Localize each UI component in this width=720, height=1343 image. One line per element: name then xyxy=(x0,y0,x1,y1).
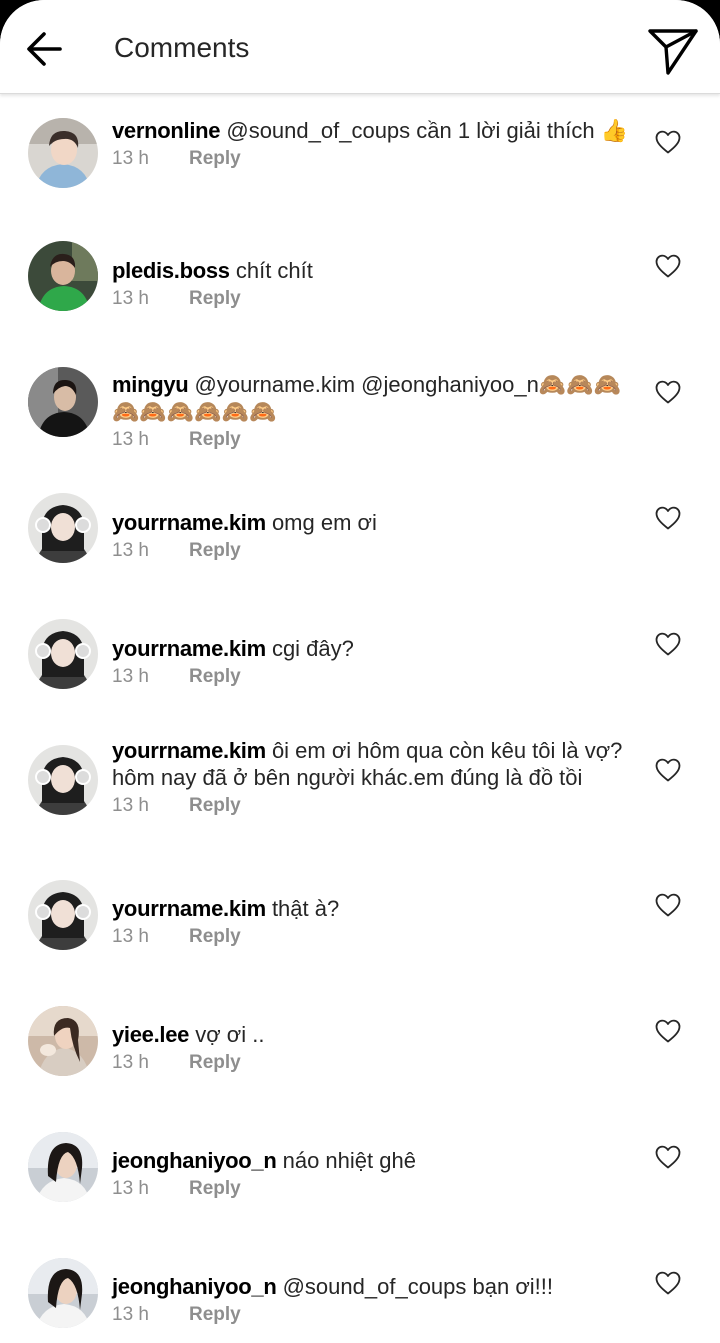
heart-outline-icon xyxy=(655,1019,681,1043)
comment-username[interactable]: yourrname.kim xyxy=(112,896,266,921)
heart-outline-icon xyxy=(655,254,681,278)
comment-text: vợ ơi .. xyxy=(189,1022,265,1047)
reply-button[interactable]: Reply xyxy=(189,288,241,309)
avatar[interactable] xyxy=(28,367,98,437)
comment-username[interactable]: yiee.lee xyxy=(112,1022,189,1047)
avatar-image xyxy=(28,367,98,437)
comment-text: chít chít xyxy=(229,258,313,283)
like-button[interactable] xyxy=(654,1270,682,1296)
avatar-image xyxy=(28,1132,98,1202)
comment-username[interactable]: yourrname.kim xyxy=(112,636,266,661)
avatar[interactable] xyxy=(28,241,98,311)
comment-text: omg em ơi xyxy=(265,510,377,535)
like-button[interactable] xyxy=(654,379,682,405)
comment-username[interactable]: mingyu xyxy=(112,372,189,397)
avatar[interactable] xyxy=(28,880,98,950)
comment-username[interactable]: yourrname.kim xyxy=(112,738,266,763)
back-button[interactable] xyxy=(24,28,66,70)
heart-outline-icon xyxy=(655,1145,681,1169)
reply-button[interactable]: Reply xyxy=(189,926,241,947)
like-button[interactable] xyxy=(654,757,682,783)
heart-outline-icon xyxy=(655,893,681,917)
comment-time: 13 h xyxy=(112,429,149,450)
avatar-image xyxy=(28,745,98,815)
comments-screen: Comments vernonline @sound_of_coups cần … xyxy=(0,0,720,1343)
comment-text: náo nhiệt ghê xyxy=(276,1148,416,1173)
avatar[interactable] xyxy=(28,118,98,188)
heart-outline-icon xyxy=(655,506,681,530)
reply-button[interactable]: Reply xyxy=(189,1178,241,1199)
like-button[interactable] xyxy=(654,1018,682,1044)
comment-time: 13 h xyxy=(112,666,149,687)
paper-plane-icon xyxy=(648,29,698,75)
avatar[interactable] xyxy=(28,1132,98,1202)
comment-time: 13 h xyxy=(112,540,149,561)
reply-button[interactable]: Reply xyxy=(189,540,241,561)
header-bar: Comments xyxy=(0,0,720,94)
avatar[interactable] xyxy=(28,619,98,689)
comment-time: 13 h xyxy=(112,1052,149,1073)
heart-outline-icon xyxy=(655,758,681,782)
reply-button[interactable]: Reply xyxy=(189,795,241,816)
avatar[interactable] xyxy=(28,1006,98,1076)
avatar-image xyxy=(28,880,98,950)
avatar-image xyxy=(28,619,98,689)
heart-outline-icon xyxy=(655,130,681,154)
avatar[interactable] xyxy=(28,745,98,815)
reply-button[interactable]: Reply xyxy=(189,1052,241,1073)
comment-time: 13 h xyxy=(112,795,149,816)
comment-time: 13 h xyxy=(112,1304,149,1325)
avatar-image xyxy=(28,1006,98,1076)
comment-time: 13 h xyxy=(112,148,149,169)
heart-outline-icon xyxy=(655,1271,681,1295)
like-button[interactable] xyxy=(654,253,682,279)
like-button[interactable] xyxy=(654,129,682,155)
comment-time: 13 h xyxy=(112,1178,149,1199)
like-button[interactable] xyxy=(654,505,682,531)
avatar[interactable] xyxy=(28,493,98,563)
heart-outline-icon xyxy=(655,380,681,404)
avatar-image xyxy=(28,118,98,188)
avatar-image xyxy=(28,493,98,563)
comment-username[interactable]: vernonline xyxy=(112,118,221,143)
comment-text: @sound_of_coups cần 1 lời giải thích 👍 xyxy=(220,118,629,143)
comment-time: 13 h xyxy=(112,288,149,309)
comment-text: @sound_of_coups bạn ơi!!! xyxy=(276,1274,553,1299)
reply-button[interactable]: Reply xyxy=(189,148,241,169)
like-button[interactable] xyxy=(654,892,682,918)
page-title: Comments xyxy=(114,32,250,63)
avatar-image xyxy=(28,1258,98,1328)
avatar-image xyxy=(28,241,98,311)
comment-username[interactable]: pledis.boss xyxy=(112,258,230,283)
share-button[interactable] xyxy=(646,25,700,77)
arrow-left-icon xyxy=(27,32,62,66)
avatar[interactable] xyxy=(28,1258,98,1328)
like-button[interactable] xyxy=(654,1144,682,1170)
comment-text: cgi đây? xyxy=(265,636,354,661)
comment-username[interactable]: jeonghaniyoo_n xyxy=(112,1148,277,1173)
comment-time: 13 h xyxy=(112,926,149,947)
reply-button[interactable]: Reply xyxy=(189,666,241,687)
heart-outline-icon xyxy=(655,632,681,656)
comment-text: @yourname.kim @jeonghaniyoo_n🙈🙈🙈🙈🙈🙈🙈🙈🙈 xyxy=(112,372,622,424)
comment-text: thật à? xyxy=(265,896,340,921)
comment-username[interactable]: jeonghaniyoo_n xyxy=(112,1274,277,1299)
like-button[interactable] xyxy=(654,631,682,657)
reply-button[interactable]: Reply xyxy=(189,1304,241,1325)
reply-button[interactable]: Reply xyxy=(189,429,241,450)
comment-username[interactable]: yourrname.kim xyxy=(112,510,266,535)
